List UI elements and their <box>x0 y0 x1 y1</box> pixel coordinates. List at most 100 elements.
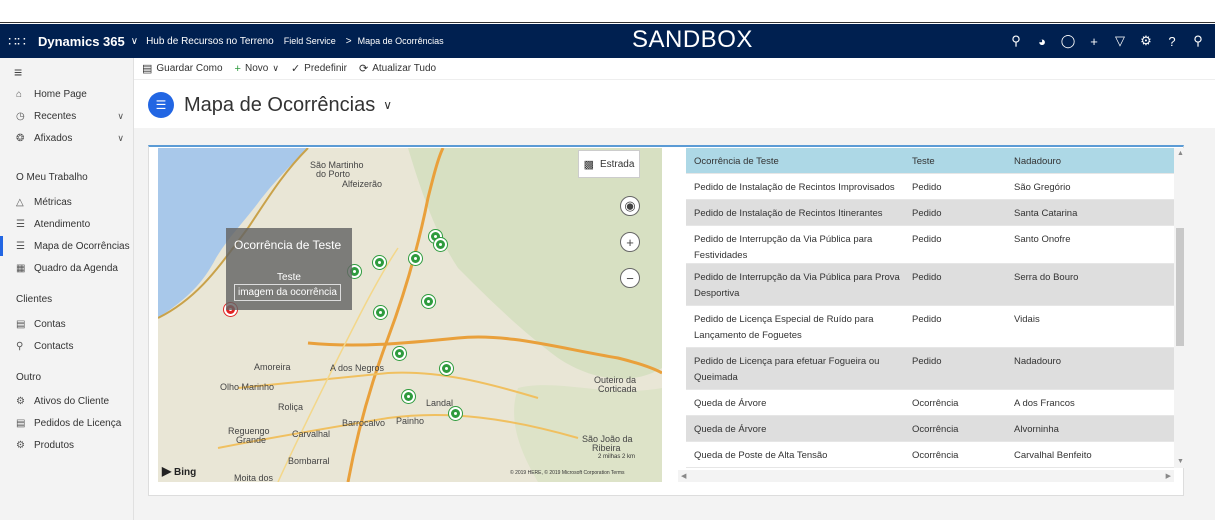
table-row[interactable]: Pedido de Interrupção da Via Pública par… <box>686 226 1174 264</box>
set-default-label: Predefinir <box>304 63 347 74</box>
sidebar-item-contacts[interactable]: ⚲ Contacts <box>0 336 134 356</box>
map-copyright[interactable]: © 2019 HERE, © 2019 Microsoft Corporatio… <box>510 470 625 476</box>
scrollbar-thumb[interactable] <box>1176 228 1184 346</box>
sidebar-item-license-requests[interactable]: ▤ Pedidos de Licença <box>0 413 134 433</box>
table-vertical-scrollbar[interactable]: ▲ ▼ <box>1174 148 1186 468</box>
scroll-right-icon[interactable]: ▶ <box>1166 472 1171 480</box>
incident-place: Santo Onofre <box>1014 234 1071 245</box>
sidebar-item-label: Contacts <box>34 340 74 352</box>
table-row[interactable]: Ocorrência de Teste Teste Nadadouro <box>686 148 1174 174</box>
breadcrumb-area[interactable]: Field Service <box>284 36 336 46</box>
incident-pin[interactable] <box>449 407 462 420</box>
refresh-all-button[interactable]: ⟳ Atualizar Tudo <box>359 62 436 75</box>
map-place-label: Ribeira <box>592 443 621 453</box>
sidebar-section-clients: Clientes <box>16 294 53 305</box>
app-name[interactable]: Dynamics 365 <box>38 34 125 49</box>
lightbulb-icon[interactable]: ◯ <box>1055 33 1081 49</box>
chevron-down-icon[interactable]: ∨ <box>117 133 124 144</box>
map-scale: 2 milhas 2 km <box>598 454 636 460</box>
incident-pin[interactable] <box>373 256 386 269</box>
incident-map[interactable]: São Martinho do Porto Alfeizerão Amoreir… <box>158 148 662 482</box>
incident-pin[interactable] <box>409 252 422 265</box>
map-place-label: Barrocalvo <box>342 418 386 428</box>
incident-pin[interactable] <box>393 347 406 360</box>
sidebar-item-label: Mapa de Ocorrências <box>34 240 130 252</box>
table-row[interactable]: Queda de Árvore Ocorrência Alvorninha <box>686 416 1174 442</box>
sidebar-item-metrics[interactable]: △ Métricas <box>0 192 134 212</box>
chevron-down-icon[interactable]: ∨ <box>131 36 138 47</box>
table-row[interactable]: Queda de Árvore Ocorrência A dos Francos <box>686 390 1174 416</box>
save-as-label: Guardar Como <box>156 63 223 74</box>
incident-type: Pedido <box>912 208 942 219</box>
top-navbar: ∷∷ Dynamics 365 ∨ Hub de Recursos no Ter… <box>0 24 1215 58</box>
table-row[interactable]: Queda de Poste de Alta Tensão Ocorrência… <box>686 442 1174 468</box>
incident-pin[interactable] <box>374 306 387 319</box>
incident-place: Nadadouro <box>1014 356 1062 367</box>
chevron-down-icon[interactable]: ∨ <box>272 63 279 74</box>
sidebar-item-products[interactable]: ⚙ Produtos <box>0 435 134 455</box>
scroll-down-icon[interactable]: ▼ <box>1177 458 1184 465</box>
chevron-down-icon[interactable]: ∨ <box>117 111 124 122</box>
breadcrumb-page[interactable]: Mapa de Ocorrências <box>358 36 444 46</box>
navbar-actions: ⚲ ◕ ◯ + ▽ ⚙ ? ⚲ <box>1003 24 1211 58</box>
zoom-out-icon[interactable]: − <box>620 268 640 288</box>
view-selector-chevron-icon[interactable]: ∨ <box>383 98 392 112</box>
table-row[interactable]: Pedido de Instalação de Recintos Itinera… <box>686 200 1174 226</box>
sidebar-item-accounts[interactable]: ▤ Contas <box>0 314 134 334</box>
incident-pin[interactable] <box>402 390 415 403</box>
sidebar-item-schedule-board[interactable]: ▦ Quadro da Agenda <box>0 258 134 278</box>
zoom-in-icon[interactable]: + <box>620 232 640 252</box>
scroll-left-icon[interactable]: ◀ <box>681 472 686 480</box>
incident-name: Queda de Árvore <box>694 398 767 409</box>
table-row[interactable]: Pedido de Licença Especial de Ruído para… <box>686 306 1174 348</box>
table-horizontal-scrollbar[interactable]: ◀ ▶ <box>678 470 1174 482</box>
incident-pin[interactable] <box>422 295 435 308</box>
sidebar-section-work: O Meu Trabalho <box>16 172 88 183</box>
incident-name: Pedido de Licença Especial de Ruído para… <box>694 314 874 341</box>
sidebar-item-assets[interactable]: ⚙ Ativos do Cliente <box>0 391 134 411</box>
map-style-button[interactable]: ▩ Estrada <box>578 150 640 178</box>
new-button[interactable]: + Novo ∨ <box>235 63 279 75</box>
asset-icon: ⚙ <box>16 395 25 407</box>
command-bar: ▤ Guardar Como + Novo ∨ ✓ Predefinir ⟳ A… <box>134 58 1215 80</box>
gear-icon[interactable]: ⚙ <box>1133 33 1159 49</box>
map-place-label: Grande <box>236 435 267 445</box>
incident-type: Pedido <box>912 272 942 283</box>
map-style-label: Estrada <box>599 158 635 170</box>
incident-place: Nadadouro <box>1014 156 1062 167</box>
plus-icon[interactable]: + <box>1081 34 1107 49</box>
save-as-button[interactable]: ▤ Guardar Como <box>142 62 223 75</box>
map-place-label: Olho Marinho <box>220 382 275 392</box>
hub-name[interactable]: Hub de Recursos no Terreno <box>146 36 274 47</box>
app-launcher-icon[interactable]: ∷∷ <box>0 24 34 58</box>
map-place-label: Moita dos <box>234 473 274 482</box>
sidebar-item-home[interactable]: ⌂ Home Page <box>0 84 134 104</box>
user-icon[interactable]: ⚲ <box>1185 33 1211 49</box>
plus-icon: + <box>234 62 241 75</box>
incident-type: Pedido <box>912 182 942 193</box>
sidebar-item-recent[interactable]: ◷ Recentes ∨ <box>0 106 134 126</box>
table-row[interactable]: Pedido de Interrupção da Via Pública par… <box>686 264 1174 306</box>
sidebar-item-pinned[interactable]: ❂ Afixados ∨ <box>0 128 134 148</box>
map-place-label: do Porto <box>316 169 351 179</box>
table-row[interactable]: Pedido de Instalação de Recintos Improvi… <box>686 174 1174 200</box>
new-label: Novo <box>244 63 269 74</box>
sidebar-item-service[interactable]: ☰ Atendimento <box>0 214 134 234</box>
table-row[interactable]: Pedido de Licença para efetuar Fogueira … <box>686 348 1174 390</box>
hamburger-menu-icon[interactable]: ≡ <box>14 64 22 80</box>
search-icon[interactable]: ⚲ <box>1003 33 1029 49</box>
scroll-up-icon[interactable]: ▲ <box>1177 150 1184 157</box>
filter-icon[interactable]: ▽ <box>1107 33 1133 49</box>
set-default-button[interactable]: ✓ Predefinir <box>291 62 347 75</box>
sidebar-item-label: Home Page <box>34 88 87 100</box>
incident-name: Ocorrência de Teste <box>694 156 779 167</box>
task-flow-icon[interactable]: ◕ <box>1029 34 1055 49</box>
incident-pin[interactable] <box>440 362 453 375</box>
calendar-icon: ▦ <box>16 262 26 274</box>
popup-image-link[interactable]: imagem da ocorrência <box>234 284 341 301</box>
locate-me-icon[interactable]: ◉ <box>620 196 640 216</box>
help-icon[interactable]: ? <box>1159 34 1185 49</box>
page-scrollbar[interactable] <box>1208 128 1215 520</box>
incident-pin[interactable] <box>434 238 447 251</box>
sidebar-item-incident-map[interactable]: ☰ Mapa de Ocorrências <box>0 236 134 256</box>
